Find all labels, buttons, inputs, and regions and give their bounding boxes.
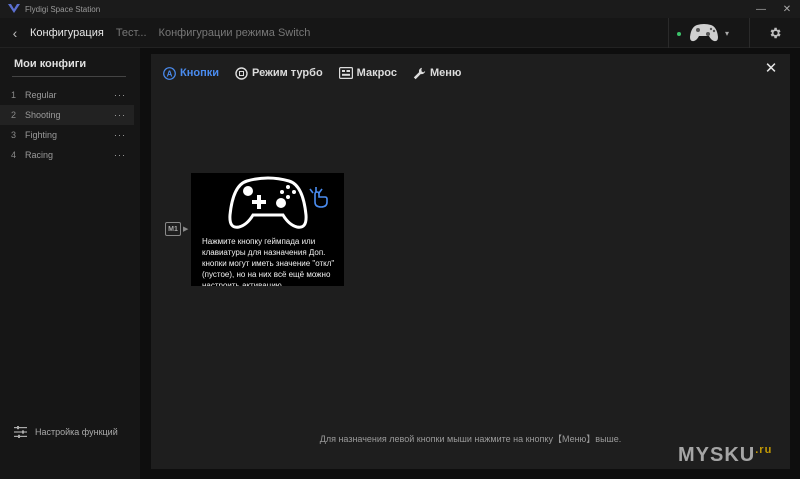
tab-label: Кнопки	[180, 67, 219, 79]
config-number: 1	[11, 90, 17, 100]
config-name: Shooting	[25, 110, 61, 120]
function-settings-label: Настройка функций	[35, 427, 118, 437]
more-options-icon[interactable]: ···	[114, 90, 130, 100]
chevron-down-icon: ▾	[724, 28, 729, 38]
nav-right: ▾	[668, 18, 800, 48]
config-number: 2	[11, 110, 17, 120]
gear-icon	[770, 27, 781, 39]
back-arrow-icon: ‹	[12, 24, 18, 41]
config-name: Racing	[25, 150, 54, 160]
nav-item-configuration[interactable]: Конфигурация	[30, 27, 104, 39]
gamepad-outline-icon	[227, 175, 309, 238]
config-number: 4	[11, 150, 17, 160]
function-settings-button[interactable]: Настройка функций	[14, 426, 118, 438]
tab-label: Режим турбо	[252, 67, 323, 79]
sidebar: Мои конфиги 1 Regular ··· 2 Shooting ···…	[0, 48, 140, 479]
more-options-icon[interactable]: ···	[114, 130, 130, 140]
close-panel-button[interactable]: ✕	[762, 59, 780, 77]
tab-label: Макрос	[356, 67, 398, 79]
gamepad-icon	[689, 24, 718, 42]
more-options-icon[interactable]: ···	[114, 110, 130, 120]
config-number: 3	[11, 130, 17, 140]
watermark-suffix: .ru	[755, 444, 773, 456]
back-button[interactable]: ‹	[0, 18, 30, 48]
macro-icon	[338, 67, 353, 79]
panel-tabs: A Кнопки Режим турбо Макрос Меню	[163, 64, 477, 82]
sliders-icon	[14, 426, 27, 438]
nav-bar: ‹ Конфигурация Тест... Конфигурации режи…	[0, 18, 800, 48]
tab-label: Меню	[430, 67, 462, 79]
config-item-fighting[interactable]: 3 Fighting ···	[0, 125, 134, 145]
app-logo-icon	[8, 4, 20, 14]
config-list: 1 Regular ··· 2 Shooting ··· 3 Fighting …	[0, 85, 134, 165]
watermark-text: MYSKU	[678, 444, 756, 466]
more-options-icon[interactable]: ···	[114, 150, 130, 160]
config-item-regular[interactable]: 1 Regular ···	[0, 85, 134, 105]
tab-buttons[interactable]: A Кнопки	[163, 66, 219, 80]
m1-button-indicator[interactable]: M1 ▶	[165, 222, 188, 236]
title-bar: Flydigi Space Station — ✕	[0, 0, 800, 18]
button-a-icon: A	[163, 66, 176, 80]
online-status-dot	[677, 32, 681, 36]
window-controls: — ✕	[748, 0, 800, 18]
sidebar-divider	[12, 76, 126, 77]
m1-badge: M1	[165, 222, 181, 236]
tab-turbo[interactable]: Режим турбо	[235, 66, 323, 80]
wrench-icon	[413, 67, 426, 79]
tap-hand-icon	[306, 187, 332, 214]
sidebar-heading: Мои конфиги	[14, 58, 87, 70]
watermark: MYSKU.ru	[678, 444, 772, 467]
config-item-racing[interactable]: 4 Racing ···	[0, 145, 134, 165]
close-window-button[interactable]: ✕	[774, 0, 800, 18]
nav-item-test[interactable]: Тест...	[116, 27, 147, 39]
minimize-button[interactable]: —	[748, 0, 774, 18]
arrow-right-icon: ▶	[183, 226, 189, 233]
tab-menu[interactable]: Меню	[413, 67, 461, 80]
config-item-shooting[interactable]: 2 Shooting ···	[0, 105, 134, 125]
config-name: Fighting	[25, 130, 58, 140]
nav-item-switch-configs[interactable]: Конфигурации режима Switch	[159, 27, 311, 39]
turbo-icon	[235, 66, 248, 80]
tab-macro[interactable]: Макрос	[338, 67, 398, 79]
assign-prompt-text: Нажмите кнопку геймпада или клавиатуры д…	[202, 237, 335, 286]
device-selector[interactable]: ▾	[668, 18, 750, 48]
config-name: Regular	[25, 90, 57, 100]
app-title: Flydigi Space Station	[25, 4, 101, 14]
settings-button[interactable]	[750, 18, 800, 48]
assign-prompt-popup: Нажмите кнопку геймпада или клавиатуры д…	[191, 173, 344, 286]
svg-text:A: A	[167, 69, 173, 78]
